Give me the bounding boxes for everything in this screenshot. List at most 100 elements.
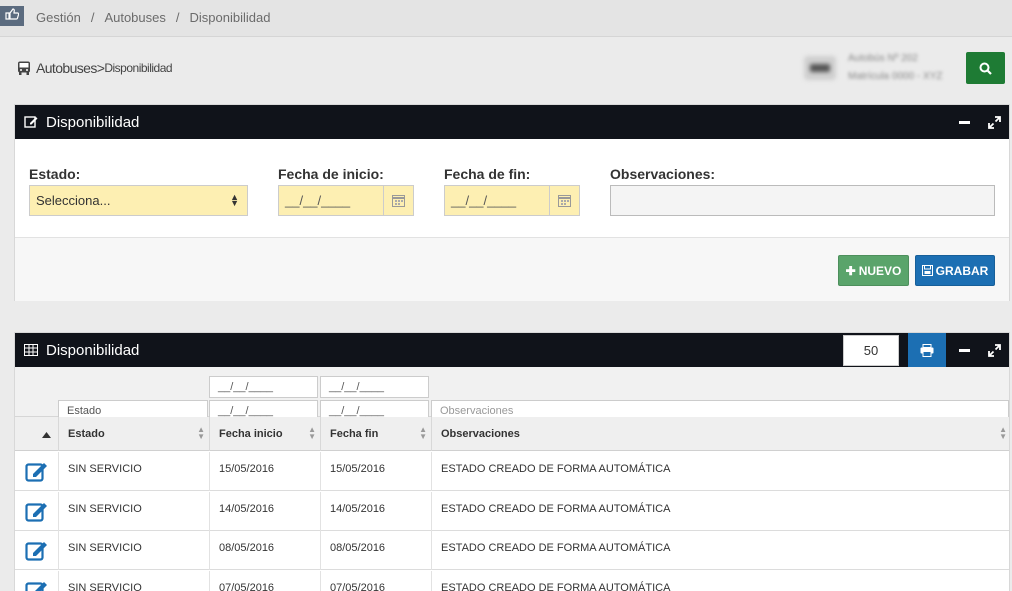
column-header-label: Fecha fin xyxy=(330,428,379,440)
subheader-separator: > xyxy=(96,60,105,76)
save-icon xyxy=(921,265,933,276)
page-subheader: Autobuses > Disponibilidad xyxy=(17,60,173,76)
cell-observaciones: ESTADO CREADO DE FORMA AUTOMÁTICA xyxy=(431,531,1009,570)
cell-estado: SIN SERVICIO xyxy=(58,531,209,570)
plus-icon: ✚ xyxy=(845,263,856,278)
form-panel-title: Disponibilidad xyxy=(46,113,140,131)
column-header-observaciones[interactable]: Observaciones ▲ ▼ xyxy=(431,417,1009,451)
observaciones-input[interactable] xyxy=(610,185,995,216)
table-row: SIN SERVICIO 14/05/2016 14/05/2016 ESTAD… xyxy=(15,492,1009,531)
column-header-fecha-fin[interactable]: Fecha fin ▲ ▼ xyxy=(320,417,431,451)
fecha-fin-label: Fecha de fin: xyxy=(444,166,531,182)
cell-estado: SIN SERVICIO xyxy=(58,452,209,491)
estado-select-value: Selecciona... xyxy=(36,193,111,208)
edit-icon xyxy=(25,582,47,591)
filter-fecha-fin-from[interactable]: __/__/____ xyxy=(320,376,429,398)
column-header-estado[interactable]: Estado ▲ ▼ xyxy=(58,417,209,451)
breadcrumb-separator: / xyxy=(175,10,180,25)
grabar-button[interactable]: GRABAR xyxy=(915,255,995,286)
thumbs-up-icon[interactable] xyxy=(0,6,24,26)
column-header-row: Estado ▲ ▼ Fecha inicio ▲ ▼ Fecha fin ▲ ▼ O… xyxy=(15,417,1009,451)
cell-estado: SIN SERVICIO xyxy=(58,492,209,531)
edit-row-button[interactable] xyxy=(15,531,58,570)
select-caret-icon: ▲ ▼ xyxy=(230,192,239,208)
fecha-inicio-value: __/__/____ xyxy=(285,193,351,208)
grid-panel-header: Disponibilidad 50 xyxy=(15,333,1009,367)
top-breadcrumb-bar: Gestión / Autobuses / Disponibilidad xyxy=(0,0,1012,37)
print-icon xyxy=(920,343,934,357)
nuevo-button-label: NUEVO xyxy=(858,263,902,278)
vehicle-line-1: Autobús Nº 202 xyxy=(848,53,918,64)
cell-fecha-inicio: 15/05/2016 xyxy=(209,452,320,491)
sort-icon: ▲ ▼ xyxy=(999,425,1007,441)
grabar-button-label: GRABAR xyxy=(935,263,989,278)
cell-fecha-inicio: 08/05/2016 xyxy=(209,531,320,570)
column-header-label: Fecha inicio xyxy=(219,428,283,440)
edit-icon xyxy=(24,115,38,129)
cell-fecha-fin: 14/05/2016 xyxy=(320,492,431,531)
search-icon xyxy=(979,62,992,75)
column-header-fecha-inicio[interactable]: Fecha inicio ▲ ▼ xyxy=(209,417,320,451)
grid-panel: Disponibilidad 50 __/__/____ __/__/____ … xyxy=(14,332,1010,591)
calendar-icon[interactable] xyxy=(383,186,413,215)
table-row: SIN SERVICIO 07/05/2016 07/05/2016 ESTAD… xyxy=(15,571,1009,591)
minimize-icon[interactable] xyxy=(949,105,979,139)
column-header-label: Estado xyxy=(68,428,105,440)
cell-fecha-inicio: 14/05/2016 xyxy=(209,492,320,531)
subheader-current: Disponibilidad xyxy=(104,61,173,75)
observaciones-label: Observaciones: xyxy=(610,166,716,182)
bus-icon xyxy=(17,61,31,76)
form-actions: ✚ NUEVO GRABAR xyxy=(15,237,1009,301)
cell-estado: SIN SERVICIO xyxy=(58,571,209,591)
page-size-input[interactable]: 50 xyxy=(843,334,899,366)
breadcrumb-separator: / xyxy=(90,10,95,25)
breadcrumb: Gestión / Autobuses / Disponibilidad xyxy=(36,10,270,25)
breadcrumb-gestion[interactable]: Gestión xyxy=(36,10,81,25)
cell-fecha-inicio: 07/05/2016 xyxy=(209,571,320,591)
edit-icon xyxy=(25,463,47,482)
column-header-label: Observaciones xyxy=(441,428,520,440)
estado-select[interactable]: Selecciona... ▲ ▼ xyxy=(29,185,248,216)
cell-observaciones: ESTADO CREADO DE FORMA AUTOMÁTICA xyxy=(431,452,1009,491)
breadcrumb-disponibilidad: Disponibilidad xyxy=(189,10,271,25)
sort-up-icon[interactable] xyxy=(15,417,58,451)
table-row: SIN SERVICIO 15/05/2016 15/05/2016 ESTAD… xyxy=(15,452,1009,491)
table-icon xyxy=(24,343,38,357)
search-button[interactable] xyxy=(966,52,1005,84)
cell-observaciones: ESTADO CREADO DE FORMA AUTOMÁTICA xyxy=(431,571,1009,591)
edit-row-button[interactable] xyxy=(15,452,58,491)
cell-fecha-fin: 15/05/2016 xyxy=(320,452,431,491)
expand-icon[interactable] xyxy=(979,105,1009,139)
sort-icon: ▲ ▼ xyxy=(308,425,316,441)
form-panel: Disponibilidad Estado: Fecha de inicio: … xyxy=(14,104,1010,301)
expand-icon[interactable] xyxy=(979,333,1009,367)
edit-row-button[interactable] xyxy=(15,571,58,591)
subheader-section: Autobuses xyxy=(36,60,97,76)
breadcrumb-autobuses[interactable]: Autobuses xyxy=(104,10,165,25)
vehicle-info: Autobús Nº 202 Matrícula 0000 - XYZ xyxy=(800,52,960,86)
sort-icon: ▲ ▼ xyxy=(197,425,205,441)
nuevo-button[interactable]: ✚ NUEVO xyxy=(838,255,909,286)
filter-row: __/__/____ __/__/____ Estado __/__/____ … xyxy=(15,367,1009,422)
vehicle-line-2: Matrícula 0000 - XYZ xyxy=(848,71,943,82)
filter-fecha-inicio-from[interactable]: __/__/____ xyxy=(209,376,318,398)
edit-icon xyxy=(25,503,47,522)
form-panel-header: Disponibilidad xyxy=(15,105,1009,139)
form-fields: Estado: Fecha de inicio: Fecha de fin: O… xyxy=(15,139,1009,237)
sort-icon: ▲ ▼ xyxy=(419,425,427,441)
fecha-inicio-input[interactable]: __/__/____ xyxy=(278,185,414,216)
print-button[interactable] xyxy=(908,333,946,367)
cell-fecha-fin: 08/05/2016 xyxy=(320,531,431,570)
grid-panel-title: Disponibilidad xyxy=(46,341,140,359)
fecha-inicio-label: Fecha de inicio: xyxy=(278,166,384,182)
cell-fecha-fin: 07/05/2016 xyxy=(320,571,431,591)
minimize-icon[interactable] xyxy=(949,333,979,367)
calendar-icon[interactable] xyxy=(549,186,579,215)
cell-observaciones: ESTADO CREADO DE FORMA AUTOMÁTICA xyxy=(431,492,1009,531)
table-row: SIN SERVICIO 08/05/2016 08/05/2016 ESTAD… xyxy=(15,531,1009,570)
fecha-fin-value: __/__/____ xyxy=(451,193,517,208)
estado-label: Estado: xyxy=(29,166,81,182)
edit-icon xyxy=(25,542,47,561)
edit-row-button[interactable] xyxy=(15,492,58,531)
fecha-fin-input[interactable]: __/__/____ xyxy=(444,185,580,216)
